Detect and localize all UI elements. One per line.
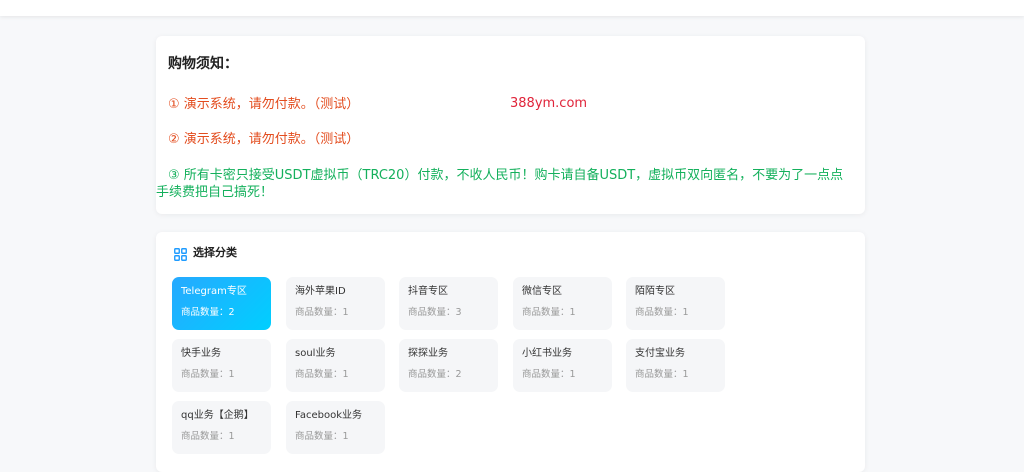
- category-tile-xiaohongshu[interactable]: 小红书业务 商品数量：1: [513, 339, 612, 392]
- category-count: 商品数量：1: [635, 369, 689, 380]
- category-section-title: 选择分类: [193, 246, 237, 259]
- category-section-header: 选择分类: [174, 244, 237, 261]
- category-name: 海外苹果ID: [295, 286, 346, 297]
- category-tile-kuaishou[interactable]: 快手业务 商品数量：1: [172, 339, 271, 392]
- category-count: 商品数量：1: [295, 369, 349, 380]
- category-count: 商品数量：1: [295, 307, 349, 318]
- category-count: 商品数量：1: [181, 431, 235, 442]
- category-name: Facebook业务: [295, 410, 362, 421]
- notice-line-1: ① 演示系统，请勿付款。（测试）: [168, 97, 360, 112]
- category-tile-soul[interactable]: soul业务 商品数量：1: [286, 339, 385, 392]
- category-tile-alipay[interactable]: 支付宝业务 商品数量：1: [626, 339, 725, 392]
- top-nav-bar: [0, 0, 1024, 16]
- category-name: 探探业务: [408, 348, 448, 359]
- category-tile-tantan[interactable]: 探探业务 商品数量：2: [399, 339, 498, 392]
- category-count: 商品数量：2: [181, 307, 235, 318]
- notice-title: 购物须知：: [168, 56, 238, 72]
- category-count: 商品数量：3: [408, 307, 462, 318]
- category-tile-qq[interactable]: qq业务【企鹅】 商品数量：1: [172, 401, 271, 454]
- category-name: qq业务【企鹅】: [181, 410, 254, 421]
- category-selection-card: 选择分类 Telegram专区 商品数量：2 海外苹果ID 商品数量：1 抖音专…: [156, 232, 865, 472]
- category-name: 陌陌专区: [635, 286, 675, 297]
- category-tile-momo[interactable]: 陌陌专区 商品数量：1: [626, 277, 725, 330]
- category-count: 商品数量：1: [295, 431, 349, 442]
- category-name: 微信专区: [522, 286, 562, 297]
- category-name: 支付宝业务: [635, 348, 685, 359]
- notice-line-3: ③ 所有卡密只接受USDT虚拟币（TRC20）付款，不收人民币！购卡请自备USD…: [168, 168, 844, 183]
- purchase-notice-card: 购物须知： ① 演示系统，请勿付款。（测试） ② 演示系统，请勿付款。（测试） …: [156, 36, 865, 214]
- category-name: Telegram专区: [181, 286, 247, 297]
- category-tile-apple-id[interactable]: 海外苹果ID 商品数量：1: [286, 277, 385, 330]
- category-name: 快手业务: [181, 348, 221, 359]
- category-grid-icon: [174, 246, 187, 261]
- category-count: 商品数量：1: [635, 307, 689, 318]
- category-name: 小红书业务: [522, 348, 572, 359]
- category-tile-wechat[interactable]: 微信专区 商品数量：1: [513, 277, 612, 330]
- category-tile-telegram[interactable]: Telegram专区 商品数量：2: [172, 277, 271, 330]
- notice-line-3-continued: 手续费把自己搞死！: [156, 185, 274, 200]
- category-name: soul业务: [295, 348, 336, 359]
- category-count: 商品数量：1: [181, 369, 235, 380]
- notice-line-2: ② 演示系统，请勿付款。（测试）: [168, 132, 360, 147]
- category-count: 商品数量：2: [408, 369, 462, 380]
- category-name: 抖音专区: [408, 286, 448, 297]
- category-tile-facebook[interactable]: Facebook业务 商品数量：1: [286, 401, 385, 454]
- category-count: 商品数量：1: [522, 369, 576, 380]
- category-count: 商品数量：1: [522, 307, 576, 318]
- category-tile-douyin[interactable]: 抖音专区 商品数量：3: [399, 277, 498, 330]
- site-watermark: 388ym.com: [510, 96, 588, 111]
